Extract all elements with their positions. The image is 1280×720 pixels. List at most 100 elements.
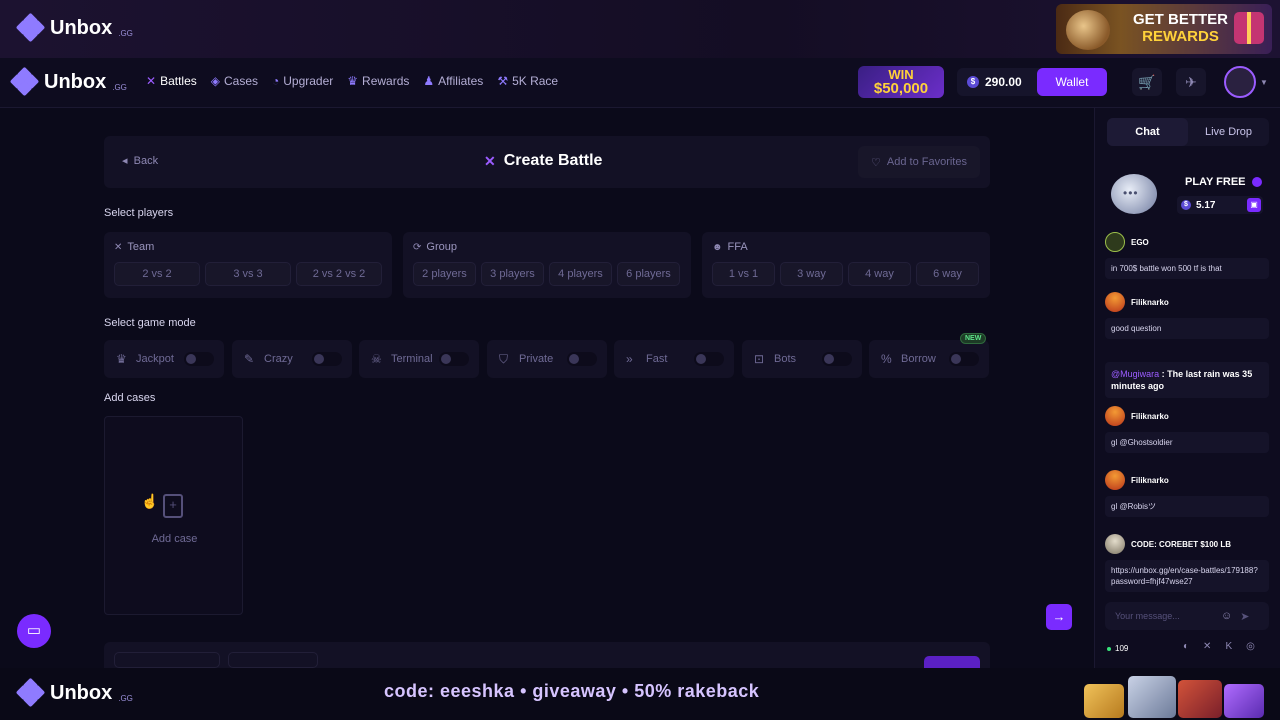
battle-header: ◂ Back ✕ Create Battle ♡ Add to Favorites (104, 136, 990, 188)
heart-icon: ♡ (871, 156, 881, 169)
mode-bots[interactable]: ⊡ Bots (742, 340, 862, 378)
rewards-banner[interactable]: GET BETTER REWARDS (1056, 4, 1272, 54)
avatar[interactable] (1105, 232, 1125, 252)
back-button[interactable]: ◂ Back (122, 154, 158, 167)
option-1v1[interactable]: 1 vs 1 (712, 262, 775, 286)
option-3-way[interactable]: 3 way (780, 262, 843, 286)
top-logo[interactable]: Unbox .GG (15, 12, 133, 43)
tab-chat[interactable]: Chat (1107, 118, 1188, 146)
skull-icon: ☠ (371, 352, 382, 366)
mode-terminal[interactable]: ☠ Terminal (359, 340, 479, 378)
option-4-way[interactable]: 4 way (848, 262, 911, 286)
option-2-players[interactable]: 2 players (413, 262, 476, 286)
race-icon: ⚒ (497, 74, 509, 88)
percent-icon: % (881, 352, 892, 366)
option-6-players[interactable]: 6 players (617, 262, 680, 286)
mode-crazy[interactable]: ✎ Crazy (232, 340, 352, 378)
fast-toggle[interactable] (694, 352, 724, 366)
cart-icon[interactable]: 🛒 (1132, 68, 1162, 96)
emoji-icon[interactable]: ☺ (1221, 610, 1232, 622)
nav-affiliates[interactable]: ♟ Affiliates (423, 74, 483, 88)
logo-text: Unbox (50, 681, 113, 704)
win-50000-badge[interactable]: WIN $50,000 (858, 66, 944, 98)
borrow-toggle[interactable] (949, 352, 979, 366)
instagram-icon[interactable]: ◎ (1246, 641, 1255, 652)
avatar[interactable] (1105, 292, 1125, 312)
battle-footer-bar (104, 642, 990, 668)
promo-cases-art (1074, 670, 1270, 720)
mode-private[interactable]: ⛉ Private (487, 340, 607, 378)
add-case-tile[interactable]: + Add case (104, 416, 243, 615)
footer-button-2[interactable] (228, 652, 318, 668)
chat-message: Filiknarko good question (1105, 292, 1269, 339)
avatar[interactable] (1105, 534, 1125, 554)
x-icon[interactable]: ✕ (1203, 641, 1211, 652)
ffa-group: ☻ FFA 1 vs 1 3 way 4 way 6 way (702, 232, 990, 298)
nav-cases[interactable]: ◈ Cases (211, 74, 258, 88)
main-content: ◂ Back ✕ Create Battle ♡ Add to Favorites … (0, 108, 1094, 668)
trash-icon[interactable]: ▣ (1247, 198, 1261, 212)
jackpot-toggle[interactable] (184, 352, 214, 366)
mode-fast[interactable]: » Fast (614, 340, 734, 378)
mode-jackpot[interactable]: ♛ Jackpot (104, 340, 224, 378)
crazy-toggle[interactable] (312, 352, 342, 366)
send-icon[interactable]: ➤ (1240, 610, 1249, 623)
swords-icon: ✕ (146, 74, 157, 88)
chat-message: Filiknarko gl @Ghostsoldier (1105, 406, 1269, 453)
avatar[interactable] (1105, 406, 1125, 426)
footer-button-1[interactable] (114, 652, 220, 668)
banner-art-icon (1066, 10, 1110, 50)
create-battle-button[interactable] (924, 656, 980, 668)
add-file-icon: + (163, 494, 183, 518)
option-2v2v2[interactable]: 2 vs 2 vs 2 (296, 262, 382, 286)
terminal-toggle[interactable] (439, 352, 469, 366)
banner-line2: REWARDS (1142, 28, 1219, 45)
tab-live-drop[interactable]: Live Drop (1188, 118, 1269, 146)
shield-icon: ⛉ (499, 351, 509, 366)
avatar[interactable] (1224, 66, 1256, 98)
nav-logo[interactable]: Unbox .GG (9, 66, 127, 97)
rocket-icon[interactable]: ✈ (1176, 68, 1206, 96)
scroll-right-button[interactable]: → (1046, 604, 1072, 630)
chat-message: CODE: COREBET $100 LB https://unbox.gg/e… (1105, 534, 1269, 592)
swords-icon: ✕ (484, 152, 496, 169)
logo-icon (15, 12, 46, 43)
add-to-favorites-button[interactable]: ♡ Add to Favorites (858, 146, 980, 178)
team-group: ✕ Team 2 vs 2 3 vs 3 2 vs 2 vs 2 (104, 232, 392, 298)
bottom-promo-strip: Unbox .GG code: eeeshka • giveaway • 50%… (0, 668, 1280, 720)
upgrader-icon: ◔ (272, 74, 280, 88)
cases-icon: ◈ (210, 74, 220, 88)
select-players-label: Select players (104, 207, 174, 219)
option-4-players[interactable]: 4 players (549, 262, 612, 286)
play-free-widget[interactable]: PLAY FREE $ 5.17 ▣ (1107, 168, 1273, 226)
option-2v2[interactable]: 2 vs 2 (114, 262, 200, 286)
back-arrow-icon: ◂ (122, 155, 128, 167)
logo-icon (15, 677, 46, 708)
private-toggle[interactable] (567, 352, 597, 366)
main-nav: Unbox .GG ✕ Battles ◈ Cases ◔ Upgrader ♛ Rew… (0, 58, 1280, 108)
trophy-icon: ♛ (347, 74, 359, 88)
chat-message: Filiknarko gl @Robisツ (1105, 470, 1269, 517)
mode-borrow[interactable]: % Borrow (869, 340, 989, 378)
nav-upgrader[interactable]: ◔ Upgrader (272, 74, 333, 88)
avatar[interactable] (1105, 470, 1125, 490)
nav-battles[interactable]: ✕ Battles (146, 74, 197, 88)
bottom-logo: Unbox .GG (15, 677, 133, 708)
option-3-players[interactable]: 3 players (481, 262, 544, 286)
chevron-down-icon[interactable]: ▼ (1260, 78, 1268, 87)
bots-toggle[interactable] (822, 352, 852, 366)
group-group: ⟳ Group 2 players 3 players 4 players 6 p… (403, 232, 691, 298)
chat-bubble-icon[interactable]: ▭ (17, 614, 51, 648)
option-6-way[interactable]: 6 way (916, 262, 979, 286)
new-badge: NEW (960, 333, 987, 344)
discord-icon[interactable]: ◐ (1183, 641, 1189, 652)
chat-message-input[interactable] (1115, 611, 1215, 621)
nav-race[interactable]: ⚒ 5K Race (497, 74, 558, 88)
kick-icon[interactable]: K (1225, 641, 1232, 652)
wallet-button[interactable]: Wallet (1037, 68, 1107, 96)
chat-panel: Chat Live Drop PLAY FREE $ 5.17 ▣ EGO in… (1094, 108, 1280, 668)
chat-message: EGO in 700$ battle won 500 tf is that (1105, 232, 1269, 279)
option-3v3[interactable]: 3 vs 3 (205, 262, 291, 286)
nav-rewards[interactable]: ♛ Rewards (347, 74, 409, 88)
social-links: ◐ ✕ K ◎ (1183, 641, 1255, 652)
